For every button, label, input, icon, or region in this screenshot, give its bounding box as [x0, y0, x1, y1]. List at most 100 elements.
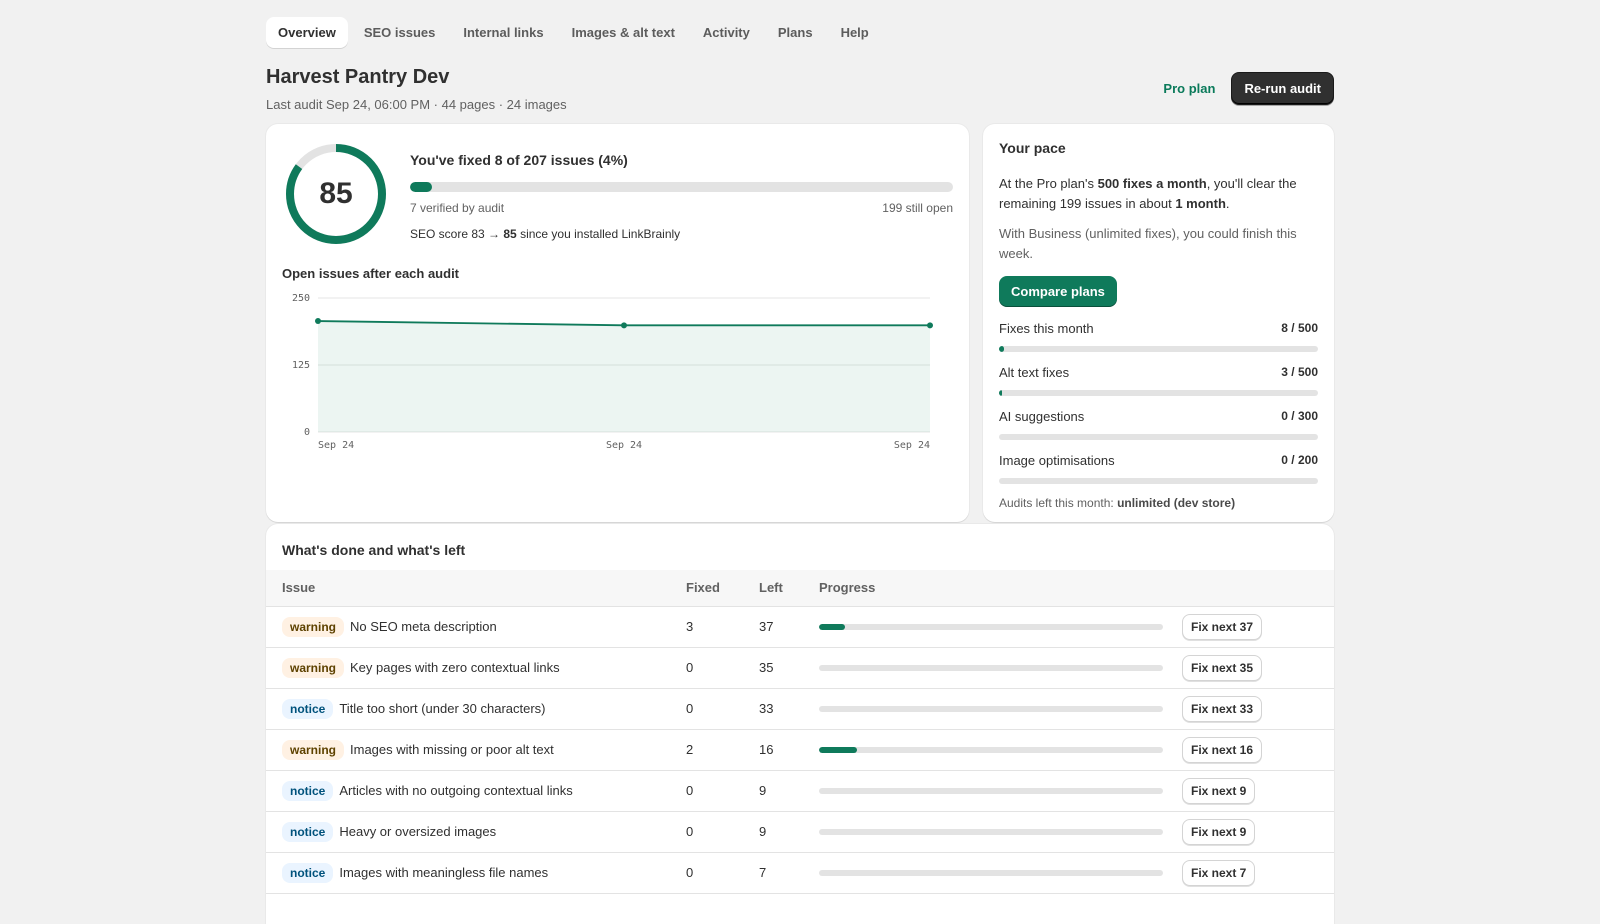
severity-badge: warning: [282, 616, 345, 637]
progress-card: 85 You've fixed 8 of 207 issues (4%) 7 v…: [266, 124, 969, 522]
tab-activity[interactable]: Activity: [691, 17, 762, 48]
quota-value: 3 / 500: [1281, 365, 1318, 379]
quota-label: Image optimisations: [999, 453, 1115, 468]
quota-fixes: Fixes this month 8 / 500: [999, 321, 1318, 352]
fix-next-button[interactable]: Fix next 33: [1182, 695, 1263, 722]
issue-name: Articles with no outgoing contextual lin…: [339, 782, 573, 798]
data-point: [315, 318, 321, 325]
fix-next-button[interactable]: Fix next 35: [1182, 654, 1263, 681]
col-action: [1182, 570, 1334, 607]
left-count: 33: [759, 688, 819, 730]
table-row: notice Heavy or oversized images 0 9 Fix …: [266, 811, 1334, 853]
severity-badge: notice: [282, 780, 334, 801]
fixed-progress-bar: [410, 182, 953, 192]
issue-name: Heavy or oversized images: [339, 823, 497, 839]
issue-name: Images with meaningless file names: [339, 864, 549, 880]
chart-title: Open issues after each audit: [282, 266, 460, 281]
audits-left-label: Audits left this month:: [999, 496, 1118, 510]
quota-label: Alt text fixes: [999, 365, 1070, 380]
severity-badge: warning: [282, 657, 345, 678]
issue-progress-fill: [819, 623, 845, 630]
y-tick-label: 0: [304, 427, 310, 438]
issue-progress-bar: [819, 787, 1163, 794]
pace-title: Your pace: [999, 140, 1066, 156]
fixed-count: 3: [686, 606, 759, 648]
col-progress: Progress: [819, 570, 1182, 607]
quota-bar: [999, 390, 1318, 396]
open-issues-chart: 250 125 0 Sep 24 Sep 24 Sep 24: [292, 293, 933, 451]
x-tick-label: Sep 24: [894, 440, 930, 451]
table-row: warning Key pages with zero contextual li…: [266, 647, 1334, 689]
issue-progress-fill: [819, 746, 858, 753]
issues-table-card: What's done and what's left Issue Fixed …: [266, 524, 1334, 924]
fixed-count: 0: [686, 811, 759, 853]
issue-progress-bar: [819, 623, 1163, 630]
plan-badge: Pro plan: [1163, 81, 1216, 96]
tab-overview[interactable]: Overview: [266, 16, 348, 48]
table-row: notice Title too short (under 30 characte…: [266, 688, 1334, 730]
quota-label: Fixes this month: [999, 321, 1094, 336]
col-issue: Issue: [266, 570, 686, 607]
issue-progress-bar: [819, 746, 1163, 753]
pace-estimate-rate: 500 fixes a month: [1097, 176, 1207, 191]
table-row: notice Images with meaningless file names…: [266, 852, 1334, 894]
fixed-count: 0: [686, 647, 759, 689]
pace-estimate-a: At the Pro plan's: [999, 176, 1098, 191]
fixed-meta: 7 verified by audit 199 still open: [410, 201, 953, 215]
verified-count: 7 verified by audit: [410, 201, 505, 215]
rerun-audit-button[interactable]: Re-run audit: [1231, 72, 1334, 105]
fix-next-button[interactable]: Fix next 16: [1182, 736, 1263, 763]
table-title: What's done and what's left: [282, 542, 466, 558]
y-tick-label: 125: [292, 360, 310, 371]
issue-name: No SEO meta description: [350, 618, 497, 634]
issue-progress-bar: [819, 705, 1163, 712]
data-point: [621, 322, 627, 329]
tab-images-alt-text[interactable]: Images & alt text: [560, 17, 687, 48]
business-upsell: With Business (unlimited fixes), you cou…: [999, 226, 1297, 261]
score-change-prefix: SEO score 83 →: [410, 227, 504, 241]
compare-plans-button[interactable]: Compare plans: [999, 276, 1117, 307]
left-count: 7: [759, 852, 819, 894]
left-count: 35: [759, 647, 819, 689]
severity-badge: notice: [282, 698, 334, 719]
score-change: SEO score 83 → 85 since you installed Li…: [410, 227, 953, 241]
data-point: [927, 322, 933, 329]
quota-alt-text: Alt text fixes 3 / 500: [999, 365, 1318, 396]
fix-next-button[interactable]: Fix next 9: [1182, 777, 1256, 804]
app-root: Overview SEO issues Internal links Image…: [266, 16, 1334, 924]
quota-ai-suggestions: AI suggestions 0 / 300: [999, 409, 1318, 440]
fix-next-button[interactable]: Fix next 7: [1182, 859, 1256, 886]
quota-bar: [999, 434, 1318, 440]
score-change-suffix: since you installed LinkBrainly: [516, 227, 681, 241]
header-actions: Pro plan Re-run audit: [1159, 72, 1334, 105]
quota-bar-fill: [999, 390, 1003, 396]
quota-value: 0 / 200: [1281, 453, 1318, 467]
seo-score-value: 85: [319, 177, 353, 210]
table-header-row: Issue Fixed Left Progress: [266, 570, 1334, 607]
pace-card: Your pace At the Pro plan's 500 fixes a …: [983, 124, 1334, 522]
fixed-progress-fill: [410, 182, 432, 192]
fixed-count: 2: [686, 729, 759, 771]
fixed-count: 0: [686, 770, 759, 812]
severity-badge: notice: [282, 862, 334, 883]
tab-help[interactable]: Help: [829, 17, 881, 48]
tab-internal-links[interactable]: Internal links: [451, 17, 555, 48]
still-open-count: 199 still open: [882, 201, 953, 215]
issue-name: Images with missing or poor alt text: [350, 741, 554, 757]
issue-progress-bar: [819, 664, 1163, 671]
fixed-count: 0: [686, 852, 759, 894]
audits-left-value: unlimited (dev store): [1117, 496, 1236, 510]
x-tick-label: Sep 24: [606, 440, 642, 451]
tab-seo-issues[interactable]: SEO issues: [352, 17, 448, 48]
summary-row: 85 You've fixed 8 of 207 issues (4%) 7 v…: [266, 124, 1334, 522]
severity-badge: notice: [282, 821, 334, 842]
left-count: 16: [759, 729, 819, 771]
tab-plans[interactable]: Plans: [766, 17, 825, 48]
fix-next-button[interactable]: Fix next 37: [1182, 613, 1263, 640]
col-fixed: Fixed: [686, 570, 759, 607]
table-row: warning No SEO meta description 3 37 Fix …: [266, 606, 1334, 648]
fix-next-button[interactable]: Fix next 9: [1182, 818, 1256, 845]
fixed-count: 0: [686, 688, 759, 730]
main-tabs: Overview SEO issues Internal links Image…: [266, 16, 1334, 48]
quota-value: 0 / 300: [1281, 409, 1318, 423]
